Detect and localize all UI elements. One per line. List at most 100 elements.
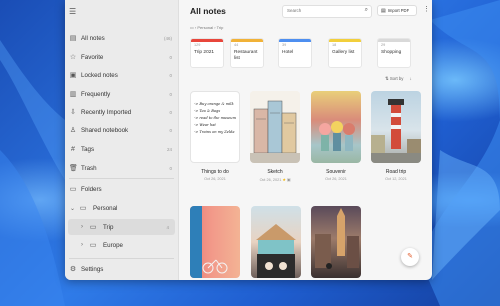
star-icon: ★: [282, 178, 286, 182]
sidebar-item-count: 24: [166, 146, 172, 152]
sidebar-item-count: 0: [169, 109, 172, 115]
page-title: All notes: [190, 6, 226, 16]
note-thumbnail: [371, 91, 421, 163]
sidebar-item-favorite[interactable]: ☆ Favorite 0: [65, 49, 178, 65]
sidebar-item-settings[interactable]: ⚙ Settings: [65, 261, 178, 277]
folder-count: 18: [332, 43, 337, 47]
sidebar-item-count: 0: [169, 54, 172, 60]
pdf-icon: ▤: [381, 7, 386, 14]
sidebar-item-label: Folders: [81, 185, 102, 193]
trash-icon: 🗑: [69, 165, 78, 172]
souvenir-photo: [319, 121, 355, 151]
sort-label: Sort by: [389, 76, 404, 81]
menu-icon[interactable]: ☰: [69, 7, 76, 16]
chevron-right-icon[interactable]: ›: [81, 224, 83, 230]
note-card-road-trip[interactable]: Road trip Oct 12, 2021: [371, 91, 421, 181]
note-date: Oct 26, 2021: [204, 177, 226, 181]
note-thumbnail: [251, 206, 301, 278]
folder-tile-hotel[interactable]: 39 Hotel: [278, 38, 312, 68]
sidebar-item-locked-notes[interactable]: ▣ Locked notes 0: [65, 67, 178, 83]
note-card-bicycle[interactable]: [190, 206, 240, 278]
note-title: Sketch: [267, 169, 283, 175]
handwriting-line: -> Tea & Bags: [194, 109, 221, 113]
note-thumbnail: -> Buy orange & milk -> Tea & Bags -> re…: [190, 91, 240, 163]
sidebar-item-all-notes[interactable]: ▤ All notes (46): [65, 30, 178, 46]
note-card-sketch[interactable]: Sketch Oct 26, 2021 ★ ▣: [250, 91, 300, 182]
sidebar-item-recently-imported[interactable]: ⇩ Recently Imported 0: [65, 104, 178, 120]
shared-icon: ♙: [69, 127, 77, 134]
handwriting-line: -> Trains on my Zelda: [194, 130, 235, 134]
sidebar-item-tags[interactable]: # Tags 24: [65, 141, 178, 157]
search-input[interactable]: [287, 8, 357, 13]
handwriting-line: -> Wear hat: [194, 123, 216, 127]
sort-control[interactable]: ⇅ Sort by ↓: [385, 76, 412, 82]
sidebar-item-label: Shared notebook: [81, 126, 129, 134]
search-box[interactable]: ⌕: [282, 5, 372, 18]
folder-tile-gallery-list[interactable]: 18 Gallery list: [328, 38, 362, 68]
note-date: Oct 26, 2021: [325, 177, 347, 181]
folder-icon: ▭: [79, 205, 87, 212]
folder-icon: ▭: [190, 25, 194, 30]
folder-color-tab: [378, 39, 410, 42]
sidebar-divider: [69, 258, 174, 259]
sidebar-item-label: Trip: [103, 223, 114, 231]
sidebar-item-label: Europe: [103, 241, 123, 249]
sort-icon: ⇅: [385, 76, 389, 81]
note-card-souvenir[interactable]: Souvenir Oct 26, 2021: [311, 91, 361, 181]
chevron-right-icon[interactable]: ›: [81, 242, 83, 248]
sidebar-item-shared-notebook[interactable]: ♙ Shared notebook 0: [65, 122, 178, 138]
city-photo: [315, 208, 359, 269]
note-date: Oct 26, 2021: [259, 178, 282, 182]
folder-tile-restaurant-list[interactable]: 44 Restaurant list: [230, 38, 264, 68]
folder-color-tab: [231, 39, 263, 42]
star-icon: ☆: [69, 54, 77, 61]
gear-icon: ⚙: [69, 266, 77, 273]
folder-color-tab: [279, 39, 311, 42]
note-card-things-to-do[interactable]: -> Buy orange & milk -> Tea & Bags -> re…: [190, 91, 240, 181]
tag-icon: #: [71, 145, 75, 153]
folder-tile-shopping[interactable]: 29 Shopping: [377, 38, 411, 68]
note-thumbnail: [190, 206, 240, 278]
sidebar-item-label: Tags: [81, 145, 95, 153]
sidebar-item-count: (46): [163, 35, 172, 41]
breadcrumb-text[interactable]: › Personal › Trip: [195, 25, 223, 30]
sidebar-item-label: Frequently: [81, 90, 111, 98]
sidebar-item-label: Favorite: [81, 53, 104, 61]
sidebar: ☰ ▤ All notes (46) ☆ Favorite 0 ▣ Locked…: [65, 0, 179, 280]
sidebar-item-frequently[interactable]: ▥ Frequently 0: [65, 86, 178, 102]
import-pdf-label: Import PDF: [387, 8, 410, 13]
new-note-button[interactable]: ✎: [401, 248, 419, 266]
sidebar-item-folders[interactable]: ▭ Folders: [65, 181, 178, 197]
folder-name: Restaurant list: [234, 50, 258, 61]
note-card-carousel[interactable]: [251, 206, 301, 278]
note-date: Oct 12, 2021: [385, 177, 407, 181]
sidebar-item-count: 0: [169, 165, 172, 171]
sidebar-item-trip[interactable]: › ▭ Trip 4: [68, 219, 175, 235]
import-pdf-button[interactable]: ▤ Import PDF: [377, 5, 417, 16]
sidebar-item-label: Personal: [93, 204, 118, 212]
folder-icon: ▭: [69, 186, 77, 193]
note-card-city[interactable]: [311, 206, 361, 278]
sidebar-item-count: 4: [166, 224, 169, 230]
more-options-icon[interactable]: ⋮: [423, 5, 430, 13]
sidebar-item-europe[interactable]: › ▭ Europe: [65, 237, 178, 253]
lighthouse-photo: [371, 99, 421, 163]
sidebar-item-trash[interactable]: 🗑 Trash 0: [65, 160, 178, 176]
sketch-image: [250, 91, 300, 163]
folder-tile-trip-2021[interactable]: 129 Trip 2021: [190, 38, 224, 68]
sidebar-item-personal[interactable]: ⌄ ▭ Personal: [65, 200, 178, 216]
handwriting-line: -> Buy orange & milk: [194, 102, 234, 106]
handwriting-line: -> read to the museum: [194, 116, 236, 120]
folder-icon: ▭: [89, 224, 97, 231]
sidebar-item-label: All notes: [81, 34, 105, 42]
search-icon[interactable]: ⌕: [365, 7, 368, 14]
arrow-down-icon[interactable]: ↓: [410, 76, 412, 81]
sidebar-item-label: Recently Imported: [81, 108, 132, 116]
carousel-photo: [256, 224, 296, 278]
folder-icon: ▭: [89, 242, 97, 249]
sidebar-item-label: Settings: [81, 265, 104, 273]
note-thumbnail: [311, 206, 361, 278]
note-title: Road trip: [385, 169, 407, 175]
sidebar-item-count: 0: [169, 127, 172, 133]
chevron-down-icon[interactable]: ⌄: [70, 205, 75, 212]
